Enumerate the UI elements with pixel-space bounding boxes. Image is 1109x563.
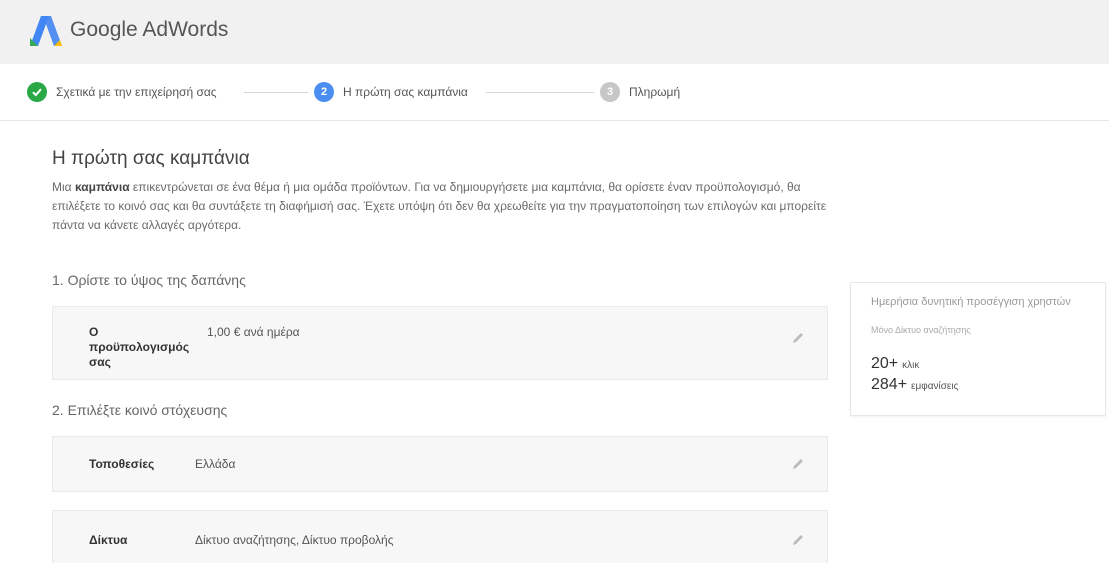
section-title-spend: 1. Ορίστε το ύψος της δαπάνης (52, 272, 246, 288)
intro-bold-term: καμπάνια (74, 180, 130, 194)
clicks-unit: κλικ (902, 360, 920, 371)
step-divider (244, 92, 308, 93)
brand-name: Google AdWords (70, 18, 229, 41)
networks-value: Δίκτυο αναζήτησης, Δίκτυο προβολής (195, 533, 394, 547)
check-icon (27, 82, 47, 102)
step-label: Σχετικά με την επιχείρησή σας (56, 85, 217, 99)
edit-pencil-icon[interactable] (791, 533, 805, 547)
intro-prefix: Μια (52, 180, 75, 194)
impressions-value: 284+ (871, 376, 908, 393)
step-payment[interactable]: 3 Πληρωμή (600, 81, 680, 103)
locations-label: Τοποθεσίες (89, 457, 155, 471)
budget-value: 1,00 € ανά ημέρα (207, 325, 300, 339)
reach-estimate-panel: Ημερήσια δυνητική προσέγγιση χρηστών Μόν… (850, 282, 1106, 416)
clicks-metric: 20+ κλικ (871, 355, 919, 373)
step-divider (486, 92, 594, 93)
locations-row[interactable]: Τοποθεσίες Ελλάδα (52, 436, 828, 492)
budget-row[interactable]: Ο προϋπολογισμός σας 1,00 € ανά ημέρα (52, 306, 828, 380)
intro-paragraph: Μια καμπάνια επικεντρώνεται σε ένα θέμα … (52, 178, 842, 235)
edit-pencil-icon[interactable] (791, 457, 805, 471)
intro-text: επικεντρώνεται σε ένα θέμα ή μια ομάδα π… (52, 180, 827, 232)
step-number-badge: 2 (314, 82, 334, 102)
progress-stepper: Σχετικά με την επιχείρησή σας 2 Η πρώτη … (0, 64, 1109, 121)
edit-pencil-icon[interactable] (791, 331, 805, 345)
networks-row[interactable]: Δίκτυα Δίκτυο αναζήτησης, Δίκτυο προβολή… (52, 510, 828, 563)
header-bar: Google AdWords (0, 0, 1109, 64)
impressions-unit: εμφανίσεις (911, 381, 959, 392)
step-label: Πληρωμή (629, 85, 681, 99)
locations-value: Ελλάδα (195, 457, 236, 471)
step-first-campaign[interactable]: 2 Η πρώτη σας καμπάνια (314, 81, 468, 103)
app-root: Google AdWords Σχετικά με την επιχείρησή… (0, 0, 1109, 563)
clicks-value: 20+ (871, 355, 899, 372)
page-title: Η πρώτη σας καμπάνια (52, 148, 250, 169)
adwords-logo-icon (30, 16, 62, 46)
reach-subtitle: Μόνο Δίκτυο αναζήτησης (871, 325, 971, 335)
budget-label: Ο προϋπολογισμός σας (89, 325, 190, 369)
impressions-metric: 284+ εμφανίσεις (871, 376, 958, 394)
step-about-business[interactable]: Σχετικά με την επιχείρησή σας (27, 81, 217, 103)
networks-label: Δίκτυα (89, 533, 128, 547)
reach-title: Ημερήσια δυνητική προσέγγιση χρηστών (871, 296, 1071, 308)
section-title-audience: 2. Επιλέξτε κοινό στόχευσης (52, 402, 228, 418)
step-number-badge: 3 (600, 82, 620, 102)
step-label: Η πρώτη σας καμπάνια (343, 85, 468, 99)
